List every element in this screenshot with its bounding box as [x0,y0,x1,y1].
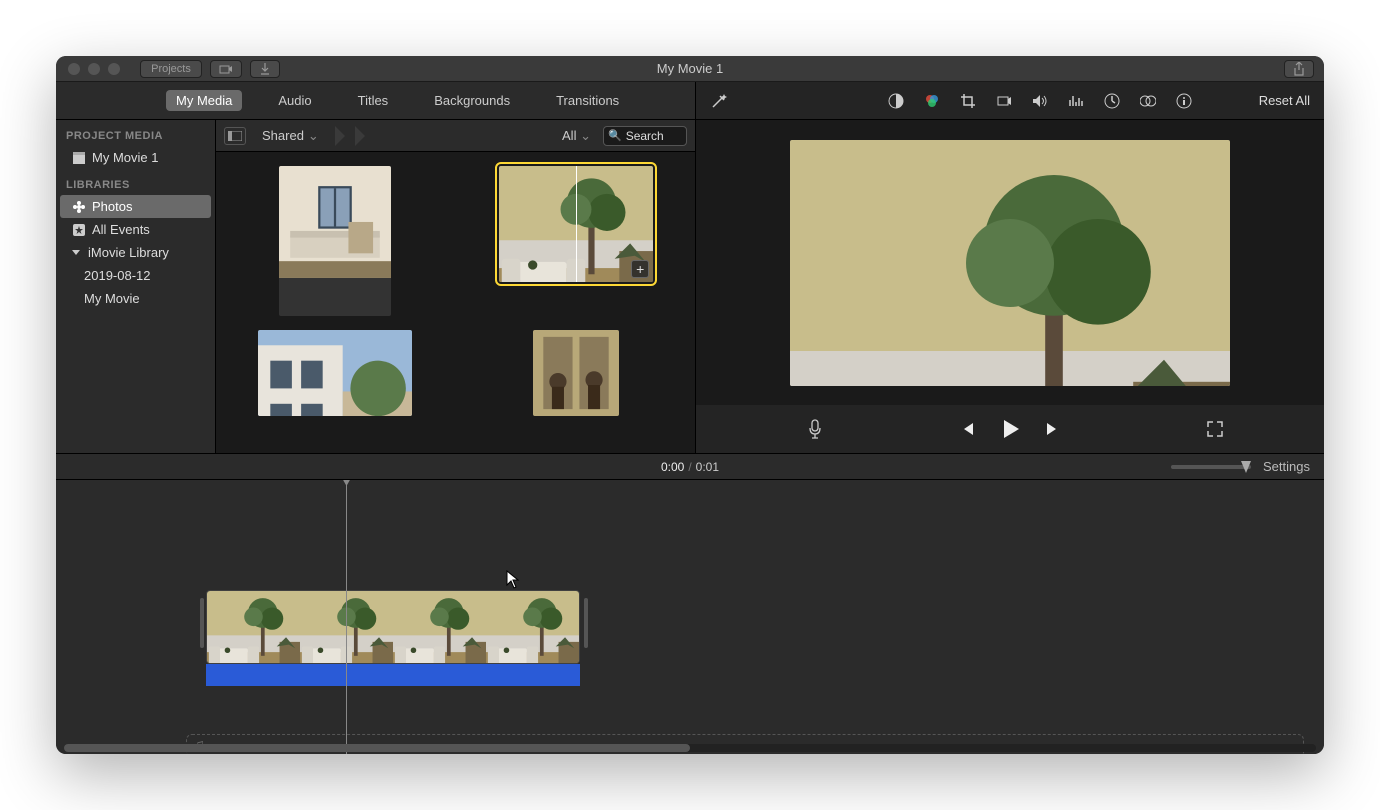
sidebar-imovie-library-label: iMovie Library [88,245,169,260]
preview-panel: Reset All [696,82,1324,453]
media-thumb[interactable] [258,330,412,416]
volume-icon[interactable] [1031,92,1049,110]
media-thumb[interactable] [533,330,619,416]
media-grid: + [216,152,695,453]
tab-backgrounds[interactable]: Backgrounds [424,90,520,111]
media-thumb-selected[interactable]: + [499,166,653,282]
fullscreen-icon[interactable] [1206,420,1224,438]
sidebar-section-libraries: LIBRARIES [56,175,215,195]
voiceover-icon[interactable] [806,420,824,438]
prev-button[interactable] [958,420,976,438]
media-thumb[interactable] [279,166,391,316]
projects-button[interactable]: Projects [140,60,202,78]
crop-icon[interactable] [959,92,977,110]
clip-filter-icon[interactable] [1139,92,1157,110]
info-icon[interactable] [1175,92,1193,110]
clip-handle-right[interactable] [584,598,588,648]
zoom-slider[interactable] [1171,465,1251,469]
clip[interactable] [206,590,580,686]
preview-viewer[interactable] [696,120,1324,405]
timeline: 0:00 / 0:01 Settings [56,454,1324,754]
tab-audio[interactable]: Audio [268,90,321,111]
sidebar-event-movie[interactable]: My Movie [56,287,215,310]
search-icon: 🔍 [608,129,622,142]
share-button[interactable] [1284,60,1314,78]
tab-titles[interactable]: Titles [348,90,399,111]
download-button[interactable] [250,60,280,78]
minimize-window[interactable] [88,63,100,75]
app-window: Projects My Movie 1 My Media Audio Title… [56,56,1324,754]
sidebar-toggle-icon[interactable] [224,127,246,145]
timeline-header: 0:00 / 0:01 Settings [56,454,1324,480]
next-button[interactable] [1044,420,1062,438]
timeline-body[interactable]: ♫ [56,480,1324,754]
chevron-updown-icon: ⌄ [580,128,591,143]
timeline-total-time: 0:01 [696,460,719,474]
tab-my-media[interactable]: My Media [166,90,242,111]
disclosure-triangle-icon [72,250,80,255]
timeline-current-time: 0:00 [661,460,684,474]
flower-icon [72,200,86,214]
filter-all[interactable]: All ⌄ [556,126,597,146]
titlebar: Projects My Movie 1 [56,56,1324,82]
window-controls [56,63,120,75]
star-icon [72,223,86,237]
scrollbar-thumb[interactable] [64,744,690,752]
play-button[interactable] [998,417,1022,441]
playback-controls [696,405,1324,453]
settings-button[interactable]: Settings [1263,459,1310,474]
tab-transitions[interactable]: Transitions [546,90,629,111]
sidebar-event-date[interactable]: 2019-08-12 [56,264,215,287]
timeline-scrollbar[interactable] [64,744,1316,752]
close-window[interactable] [68,63,80,75]
chevron-updown-icon: ⌄ [308,128,319,144]
sidebar-project-label: My Movie 1 [92,150,158,165]
zoom-window[interactable] [108,63,120,75]
sidebar-photos-label: Photos [92,199,132,214]
playhead[interactable] [346,480,347,754]
sidebar-photos[interactable]: Photos [60,195,211,218]
preview-toolbar: Reset All [696,82,1324,120]
clapper-icon [72,151,86,165]
sidebar-imovie-library[interactable]: iMovie Library [56,241,215,264]
color-correction-icon[interactable] [923,92,941,110]
search-input[interactable]: 🔍 Search [603,126,687,146]
skimmer-line [576,166,577,282]
clip-handle-left[interactable] [200,598,204,648]
browser-toolbar: Shared ⌄ All ⌄ 🔍 Search [216,120,695,152]
sidebar-all-events[interactable]: All Events [56,218,215,241]
add-to-timeline-button[interactable]: + [631,260,649,278]
search-placeholder: Search [626,129,664,143]
color-balance-icon[interactable] [887,92,905,110]
chevron-right-icon [355,126,367,146]
clip-audio-track[interactable] [206,664,580,686]
reset-all-button[interactable]: Reset All [1259,93,1310,108]
sidebar: PROJECT MEDIA My Movie 1 LIBRARIES Photo… [56,120,216,453]
noise-reduction-icon[interactable] [1067,92,1085,110]
speed-icon[interactable] [1103,92,1121,110]
breadcrumb-shared[interactable]: Shared ⌄ [254,126,327,146]
mouse-cursor [506,570,520,590]
sidebar-section-project: PROJECT MEDIA [56,126,215,146]
enhance-icon[interactable] [710,92,728,110]
import-button[interactable] [210,60,242,78]
stabilization-icon[interactable] [995,92,1013,110]
sidebar-project[interactable]: My Movie 1 [56,146,215,169]
sidebar-all-events-label: All Events [92,222,150,237]
media-tabs: My Media Audio Titles Backgrounds Transi… [56,82,695,120]
chevron-right-icon [335,126,347,146]
